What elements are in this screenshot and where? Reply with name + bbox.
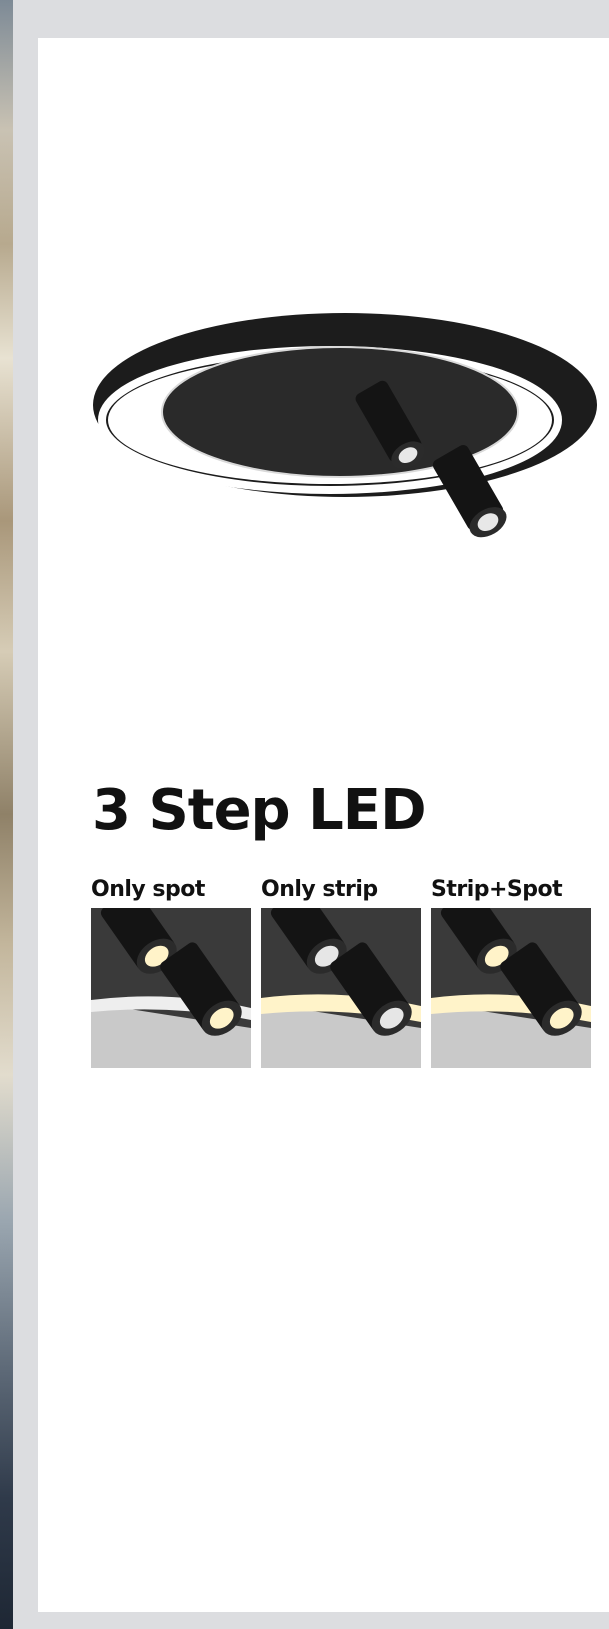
mode-thumbnail-only-spot [91, 908, 251, 1068]
mode-thumbnail-strip-spot [431, 908, 591, 1068]
mode-label: Only strip [261, 877, 378, 902]
mode-thumbnail-only-strip [261, 908, 421, 1068]
mode-only-strip: Only strip [261, 872, 421, 1068]
product-image [93, 313, 597, 538]
mode-label: Strip+Spot [431, 877, 563, 902]
section-title: 3 Step LED [92, 778, 427, 843]
mode-strip-spot: Strip+Spot [431, 872, 591, 1068]
mode-label: Only spot [91, 877, 205, 902]
background-photo-strip [0, 0, 13, 1629]
mode-only-spot: Only spot [91, 872, 251, 1068]
